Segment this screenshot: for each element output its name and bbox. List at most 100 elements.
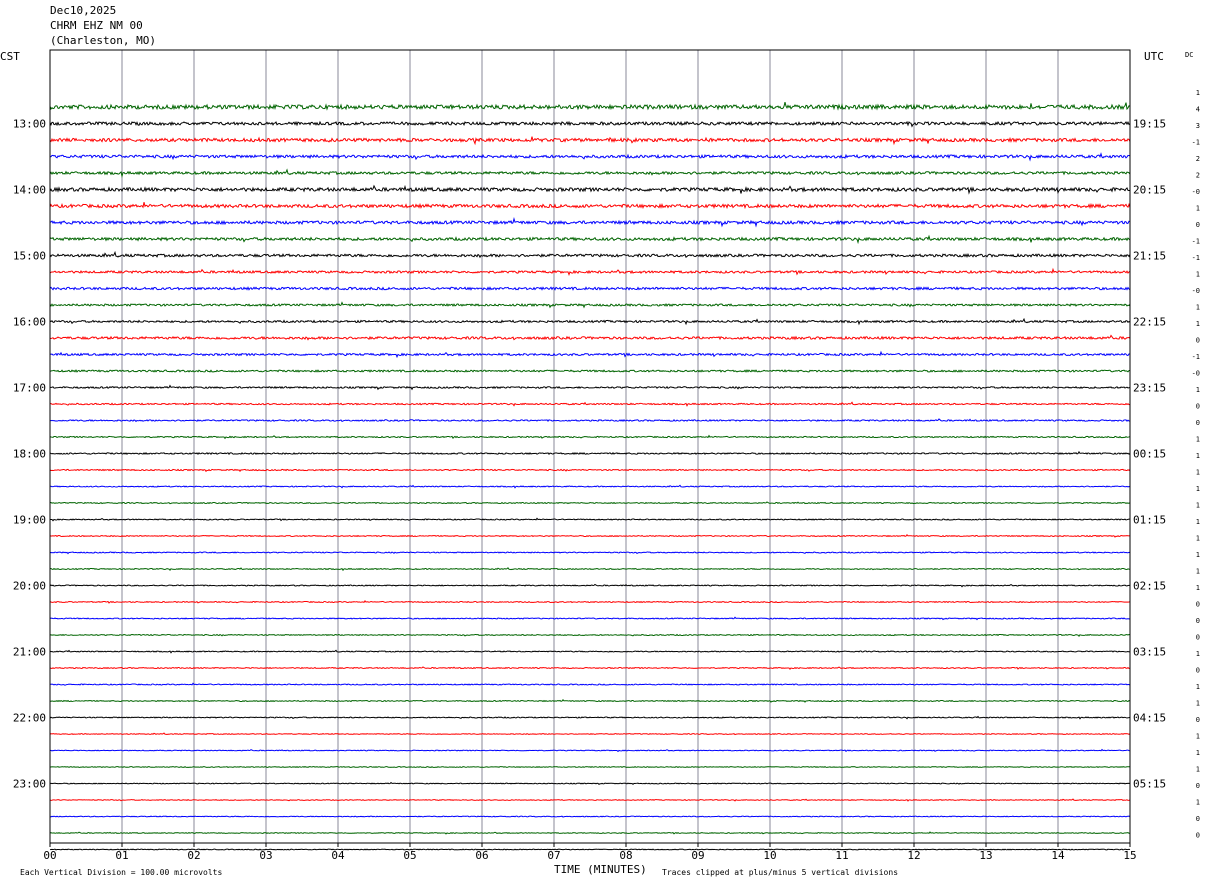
dc-value: 1 <box>1196 766 1200 774</box>
trace-line <box>49 418 1131 423</box>
utc-hour-label: 20:15 <box>1133 184 1166 197</box>
trace-line <box>49 633 1131 637</box>
utc-label: UTC <box>1144 50 1164 63</box>
trace-line <box>49 848 1131 851</box>
trace-line <box>49 401 1131 407</box>
x-tick-label: 13 <box>979 849 992 862</box>
trace-line <box>49 184 1131 195</box>
x-tick-label: 02 <box>187 849 200 862</box>
dc-value: 0 <box>1196 221 1200 229</box>
trace-line <box>49 152 1131 162</box>
dc-value: 0 <box>1196 667 1200 675</box>
utc-hour-label: 19:15 <box>1133 118 1166 131</box>
dc-value: 0 <box>1196 782 1200 790</box>
dc-value: 1 <box>1196 205 1200 213</box>
x-tick-label: 07 <box>547 849 560 862</box>
trace-line <box>49 551 1131 555</box>
x-tick-label: 10 <box>763 849 776 862</box>
trace-line <box>49 533 1131 538</box>
dc-value: 1 <box>1196 271 1200 279</box>
plot-frame <box>49 49 1131 844</box>
dc-value: 1 <box>1196 749 1200 757</box>
dc-value: 1 <box>1196 485 1200 493</box>
dc-value: 0 <box>1196 832 1200 840</box>
cst-hour-label: 14:00 <box>13 184 46 197</box>
cst-hour-label: 16:00 <box>13 316 46 329</box>
x-axis-title: TIME (MINUTES) <box>554 863 647 876</box>
dc-value: 1 <box>1196 518 1200 526</box>
x-tick-label: 03 <box>259 849 272 862</box>
x-tick-label: 12 <box>907 849 920 862</box>
trace-line <box>49 120 1131 128</box>
x-tick-label: 14 <box>1051 849 1065 862</box>
dc-value: -0 <box>1192 370 1200 378</box>
x-tick-label: 15 <box>1123 849 1136 862</box>
trace-line <box>49 599 1131 604</box>
dc-value: 0 <box>1196 617 1200 625</box>
trace-line <box>49 517 1131 522</box>
trace-line <box>49 301 1131 309</box>
utc-hour-label: 05:15 <box>1133 778 1166 791</box>
trace-line <box>49 202 1131 210</box>
cst-hour-label: 23:00 <box>13 778 46 791</box>
dc-value: 0 <box>1196 815 1200 823</box>
x-tick-label: 09 <box>691 849 704 862</box>
x-tick-label: 04 <box>331 849 345 862</box>
cst-hour-label: 18:00 <box>13 448 46 461</box>
trace-line <box>49 698 1131 703</box>
trace-line <box>49 831 1131 835</box>
trace-line <box>49 250 1131 259</box>
minute-grid <box>121 50 1059 843</box>
x-tick-label: 11 <box>835 849 848 862</box>
utc-hour-label: 23:15 <box>1133 382 1166 395</box>
dc-value: 1 <box>1196 733 1200 741</box>
utc-hour-label: 22:15 <box>1133 316 1166 329</box>
dc-header: DC <box>1185 51 1193 59</box>
seismic-traces <box>49 102 1131 851</box>
trace-line <box>49 815 1131 818</box>
dc-value: 1 <box>1196 502 1200 510</box>
trace-line <box>49 286 1131 291</box>
trace-line <box>49 267 1131 277</box>
trace-line <box>49 350 1131 359</box>
dc-value: -0 <box>1192 188 1200 196</box>
dc-value: 1 <box>1196 799 1200 807</box>
dc-value: 0 <box>1196 716 1200 724</box>
scale-note: Each Vertical Division = 100.00 microvol… <box>20 868 222 877</box>
x-tick-label: 00 <box>43 849 56 862</box>
dc-value: 4 <box>1196 106 1200 114</box>
dc-value: -0 <box>1192 287 1200 295</box>
cst-hour-label: 22:00 <box>13 712 46 725</box>
dc-value: 0 <box>1196 419 1200 427</box>
cst-hour-label: 15:00 <box>13 250 46 263</box>
cst-hour-label: 13:00 <box>13 118 46 131</box>
trace-line <box>49 765 1131 769</box>
dc-value: 3 <box>1196 122 1200 130</box>
dc-value: 1 <box>1196 535 1200 543</box>
dc-value: 1 <box>1196 683 1200 691</box>
trace-line <box>49 616 1131 621</box>
x-tick-label: 06 <box>475 849 488 862</box>
trace-line <box>49 317 1131 326</box>
trace-line <box>49 781 1131 786</box>
dc-value: -1 <box>1192 139 1200 147</box>
trace-line <box>49 434 1131 440</box>
cst-hour-label: 21:00 <box>13 646 46 659</box>
dc-value: 1 <box>1196 568 1200 576</box>
dc-value: -1 <box>1192 254 1200 262</box>
dc-value: 1 <box>1196 452 1200 460</box>
helicorder-plot: 143-122-010-1-11-0110-1-0100111111111100… <box>0 49 1200 877</box>
trace-line <box>49 649 1131 654</box>
dc-value: 1 <box>1196 700 1200 708</box>
dc-value: 2 <box>1196 172 1200 180</box>
dc-value: -1 <box>1192 238 1200 246</box>
x-tick-label: 05 <box>403 849 416 862</box>
x-tick-label: 08 <box>619 849 632 862</box>
dc-value: 1 <box>1196 469 1200 477</box>
dc-value: 1 <box>1196 650 1200 658</box>
trace-line <box>49 501 1131 505</box>
dc-value: 1 <box>1196 436 1200 444</box>
dc-value: -1 <box>1192 353 1200 361</box>
dc-value: 1 <box>1196 551 1200 559</box>
trace-line <box>49 468 1131 473</box>
